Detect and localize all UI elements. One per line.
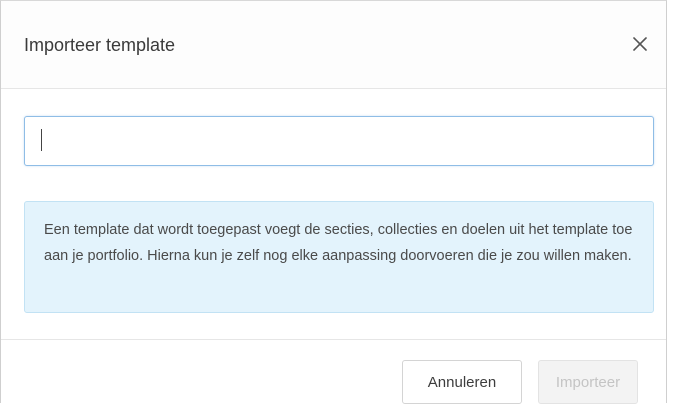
import-template-dialog: Importeer template Een template dat word… bbox=[0, 0, 667, 404]
dialog-footer: Annuleren Importeer bbox=[1, 339, 666, 404]
import-button[interactable]: Importeer bbox=[538, 360, 638, 404]
template-input[interactable] bbox=[24, 116, 654, 166]
close-icon bbox=[633, 37, 647, 51]
cancel-button[interactable]: Annuleren bbox=[402, 360, 522, 404]
close-button[interactable] bbox=[628, 32, 652, 56]
dialog-title: Importeer template bbox=[24, 35, 176, 55]
text-cursor bbox=[41, 129, 42, 151]
dialog-body: Een template dat wordt toegepast voegt d… bbox=[1, 89, 666, 339]
dialog-header: Importeer template bbox=[1, 1, 666, 89]
info-message: Een template dat wordt toegepast voegt d… bbox=[24, 201, 654, 313]
